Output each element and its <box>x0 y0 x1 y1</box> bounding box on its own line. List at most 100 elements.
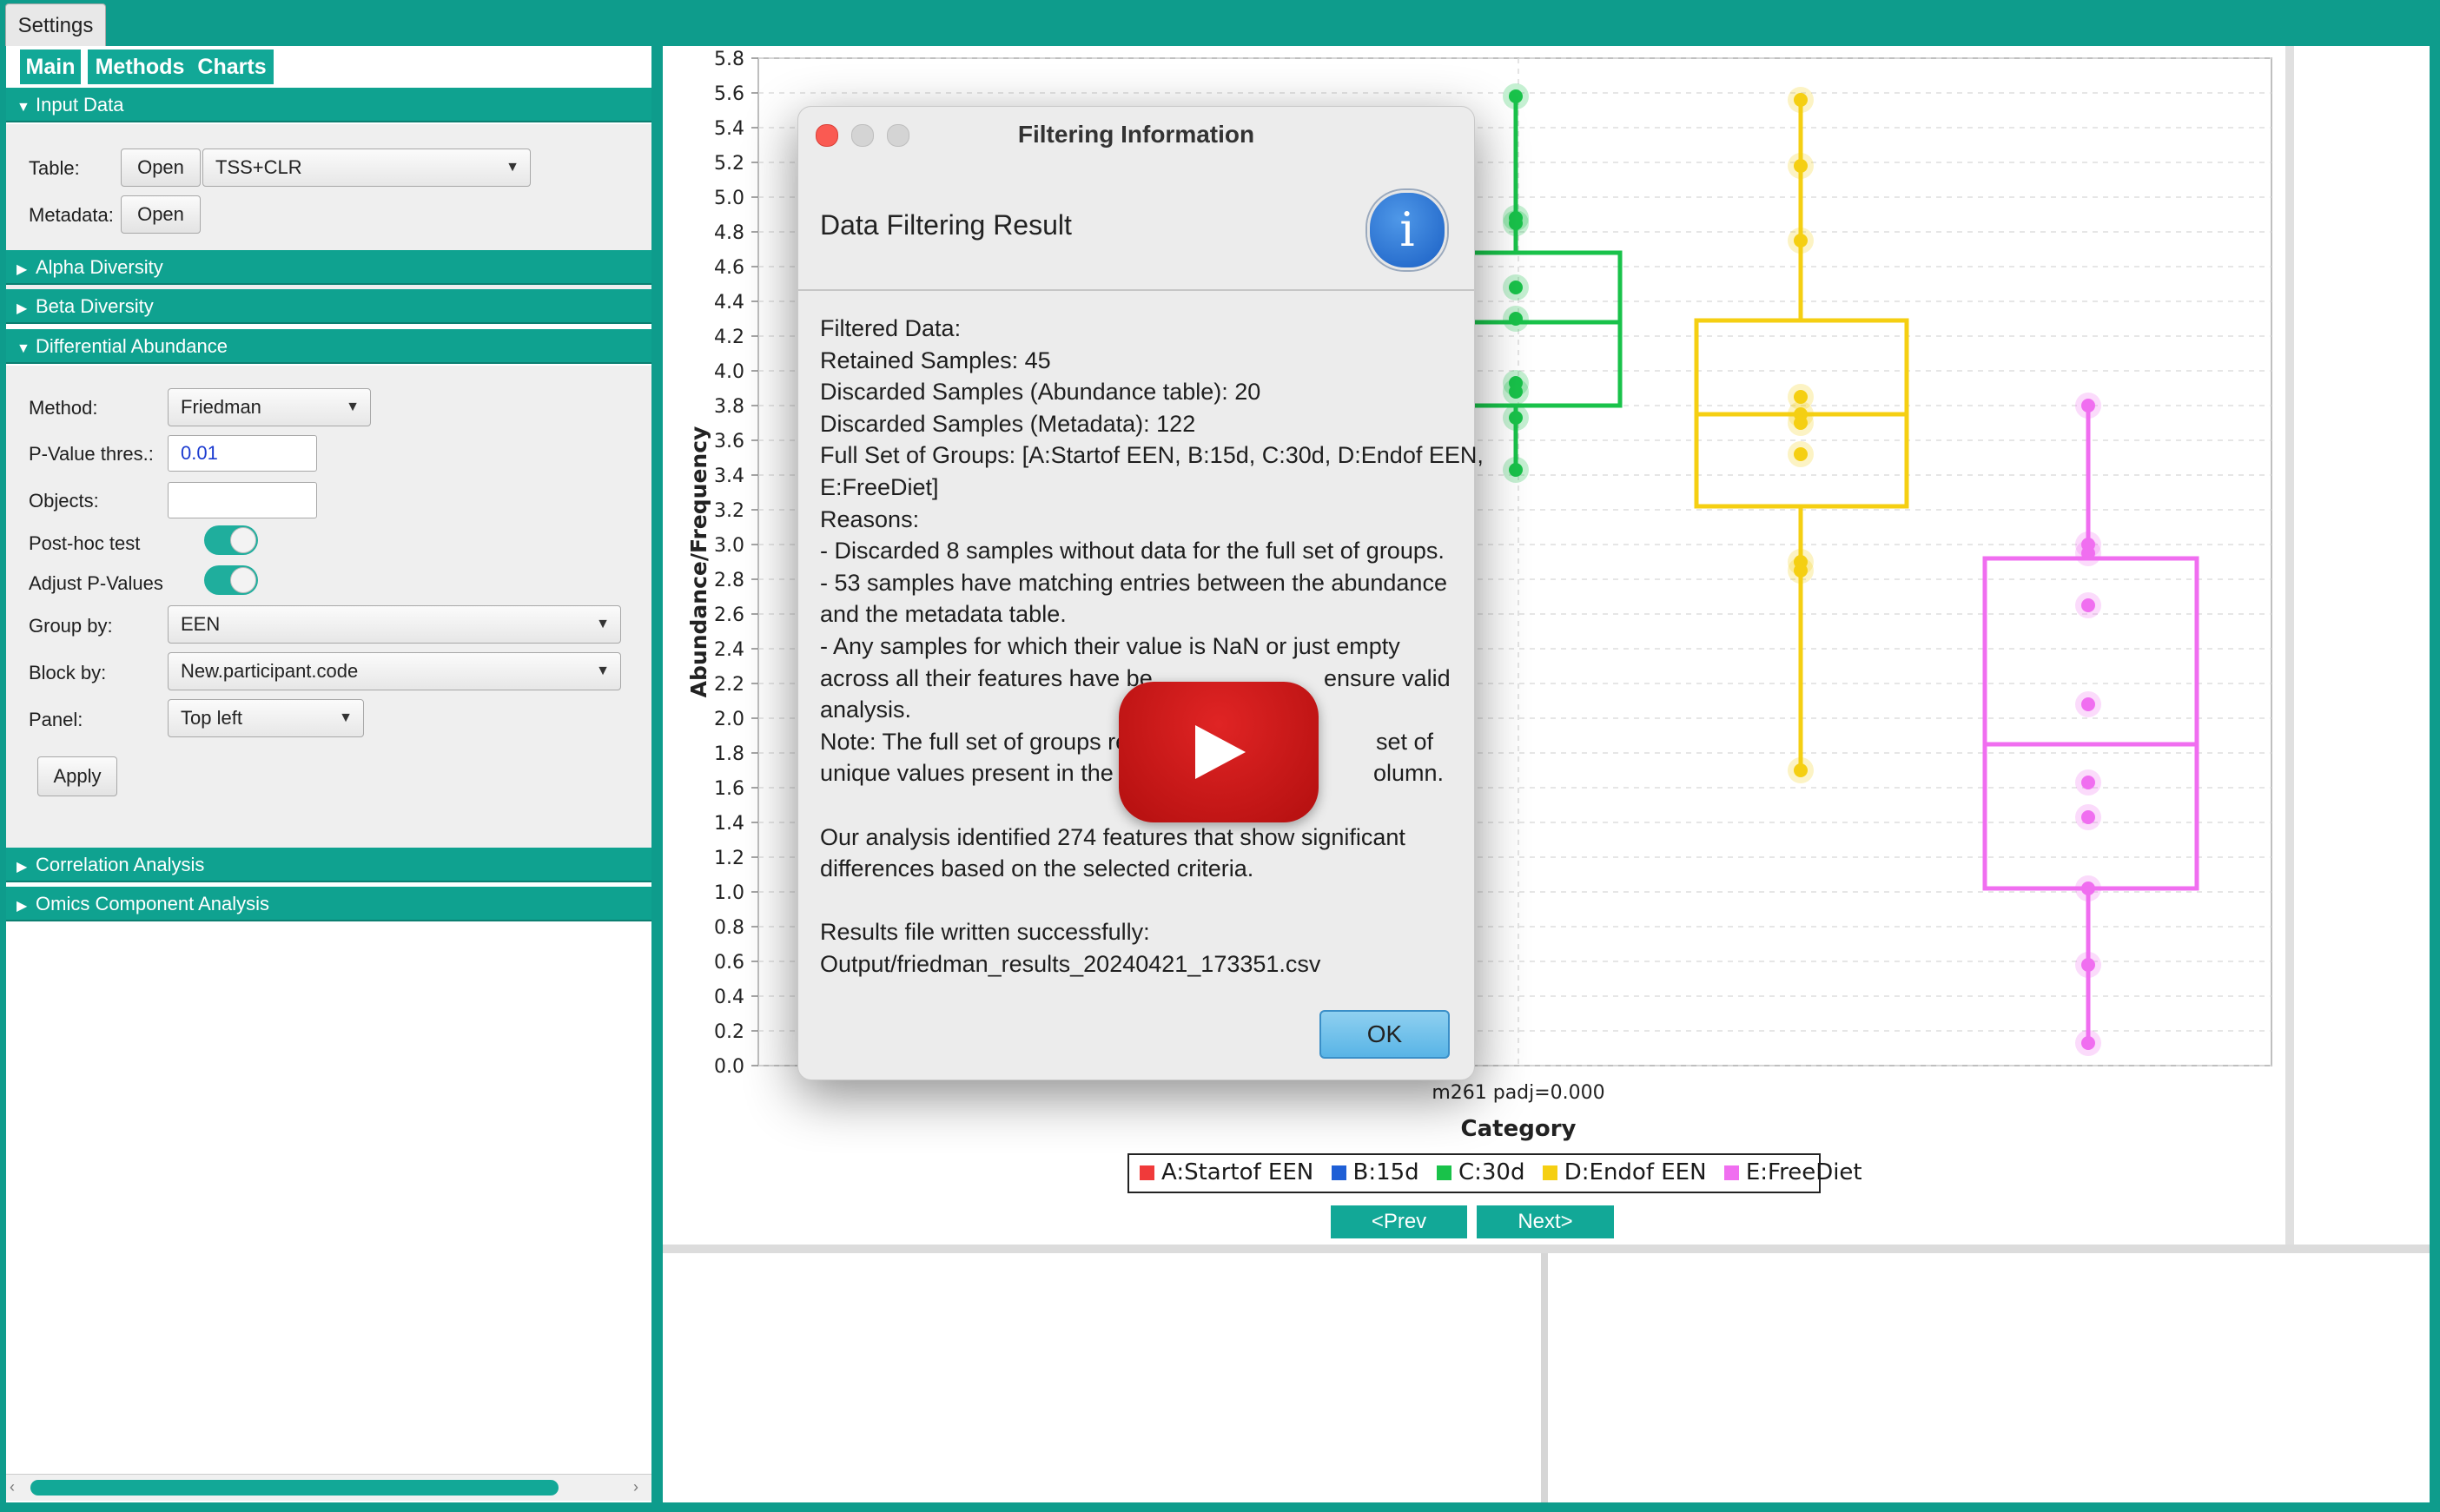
data-point <box>2081 399 2095 413</box>
section-correlation-analysis[interactable]: ▶ Correlation Analysis <box>6 848 651 882</box>
section-input-data[interactable]: ▼ Input Data <box>6 88 651 122</box>
dialog-line: Discarded Samples (Abundance table): 20 <box>820 379 1261 406</box>
apply-button[interactable]: Apply <box>37 756 117 796</box>
dialog-line: unique values present in the s <box>820 760 1132 787</box>
data-point <box>1794 447 1808 461</box>
panel-splitter-horizontal[interactable] <box>663 1245 2430 1253</box>
dialog-line: across all their features have be <box>820 664 1153 691</box>
dialog-heading: Data Filtering Result <box>820 209 1072 241</box>
legend-item-b: B:15d <box>1331 1155 1419 1190</box>
data-point <box>1509 281 1523 294</box>
y-tick-label: 0.0 <box>714 1056 744 1078</box>
group-by-label: Group by: <box>29 615 113 637</box>
y-tick-label: 1.4 <box>714 813 744 835</box>
data-point <box>1794 93 1808 107</box>
legend-swatch <box>1436 1165 1451 1180</box>
toggle-knob <box>230 567 256 593</box>
legend-swatch <box>1542 1165 1557 1180</box>
y-tick-label: 1.2 <box>714 848 744 869</box>
section-differential-abundance[interactable]: ▼ Differential Abundance <box>6 329 651 364</box>
data-point <box>1794 564 1808 578</box>
y-tick-label: 1.6 <box>714 778 744 800</box>
top-tab-strip <box>0 0 2440 45</box>
data-point <box>2081 697 2095 711</box>
y-tick-label: 4.6 <box>714 257 744 279</box>
dialog-line: Filtered Data: <box>820 315 962 341</box>
block-by-select[interactable]: New.participant.code ▼ <box>168 652 621 690</box>
table-open-button[interactable]: Open <box>121 149 201 187</box>
prev-button[interactable]: <Prev <box>1331 1205 1467 1238</box>
data-point <box>2081 958 2095 972</box>
chevron-right-icon: ▶ <box>17 301 28 316</box>
group-by-select[interactable]: EEN ▼ <box>168 605 621 644</box>
y-tick-label: 5.8 <box>714 49 744 70</box>
section-alpha-diversity[interactable]: ▶ Alpha Diversity <box>6 250 651 285</box>
method-select[interactable]: Friedman ▼ <box>168 388 371 426</box>
dialog-line: Results file written successfully: <box>820 919 1150 946</box>
nav-charts-button[interactable]: Charts <box>190 50 274 84</box>
metadata-label: Metadata: <box>29 204 114 226</box>
dialog-line: - Any samples for which their value is N… <box>820 633 1400 659</box>
scroll-right-icon[interactable]: › <box>633 1478 638 1496</box>
pvalue-input[interactable]: 0.01 <box>168 435 317 472</box>
y-tick-label: 0.4 <box>714 987 744 1008</box>
dialog-line: Note: The full set of groups re <box>820 728 1129 755</box>
data-point <box>1509 216 1523 230</box>
dialog-title: Filtering Information <box>1017 121 1255 148</box>
dialog-line: Our analysis identified 274 features tha… <box>820 823 1405 850</box>
y-tick-label: 2.8 <box>714 570 744 591</box>
y-tick-label: 3.8 <box>714 396 744 418</box>
legend-item-c: C:30d <box>1436 1155 1524 1190</box>
tab-settings[interactable]: Settings <box>5 3 106 46</box>
data-point <box>2081 546 2095 560</box>
section-beta-diversity[interactable]: ▶ Beta Diversity <box>6 289 651 324</box>
dialog-line: - 53 samples have matching entries betwe… <box>820 569 1447 596</box>
data-point <box>1509 463 1523 477</box>
posthoc-toggle[interactable] <box>204 525 258 555</box>
y-tick-label: 4.4 <box>714 292 744 314</box>
panel-splitter-vertical[interactable] <box>1541 1253 1548 1502</box>
table-transform-select[interactable]: TSS+CLR ▼ <box>202 149 531 187</box>
dialog-line: differences based on the selected criter… <box>820 855 1254 882</box>
legend-swatch <box>1723 1165 1739 1180</box>
method-label: Method: <box>29 397 98 419</box>
ok-button[interactable]: OK <box>1319 1010 1450 1059</box>
metadata-open-button[interactable]: Open <box>121 195 201 234</box>
dialog-line: Retained Samples: 45 <box>820 347 1051 373</box>
scroll-left-icon[interactable]: ‹ <box>10 1478 15 1496</box>
dialog-separator <box>798 289 1474 291</box>
data-point <box>1509 411 1523 425</box>
scrollbar-thumb[interactable] <box>30 1480 559 1495</box>
nav-main-button[interactable]: Main <box>20 50 81 84</box>
data-point <box>2081 881 2095 895</box>
y-tick-label: 5.0 <box>714 188 744 209</box>
section-omics-component-analysis[interactable]: ▶ Omics Component Analysis <box>6 887 651 921</box>
nav-methods-button[interactable]: Methods <box>88 50 192 84</box>
y-tick-label: 5.4 <box>714 118 744 140</box>
adjust-pvalues-toggle[interactable] <box>204 565 258 595</box>
legend-swatch <box>1140 1165 1154 1180</box>
y-tick-label: 2.4 <box>714 639 744 661</box>
y-tick-label: 2.0 <box>714 709 744 730</box>
data-point <box>1794 416 1808 430</box>
chevron-down-icon: ▼ <box>339 710 353 725</box>
y-tick-label: 0.2 <box>714 1021 744 1043</box>
panel-select[interactable]: Top left ▼ <box>168 699 364 737</box>
y-tick-label: 0.6 <box>714 952 744 974</box>
settings-sidebar: Main Methods Charts ▼ Input Data Table: O… <box>6 46 651 1502</box>
horizontal-scrollbar[interactable]: ‹ › <box>6 1474 651 1501</box>
dialog-line: - Discarded 8 samples without data for t… <box>820 538 1445 565</box>
dialog-line: Reasons: <box>820 505 920 532</box>
x-axis-label: Category <box>1461 1116 1577 1142</box>
data-point <box>2081 776 2095 789</box>
next-button[interactable]: Next> <box>1477 1205 1614 1238</box>
chart-legend: A:Startof EEN B:15d C:30d D:Endof EEN E:… <box>1127 1153 1862 1193</box>
y-tick-label: 3.4 <box>714 465 744 487</box>
toggle-knob <box>230 527 256 553</box>
y-tick-label: 4.8 <box>714 222 744 244</box>
table-label: Table: <box>29 157 80 179</box>
objects-input[interactable] <box>168 482 317 518</box>
chevron-down-icon: ▼ <box>596 617 610 631</box>
play-button[interactable] <box>1119 682 1319 822</box>
chart-right-splitter[interactable] <box>2285 46 2294 1246</box>
